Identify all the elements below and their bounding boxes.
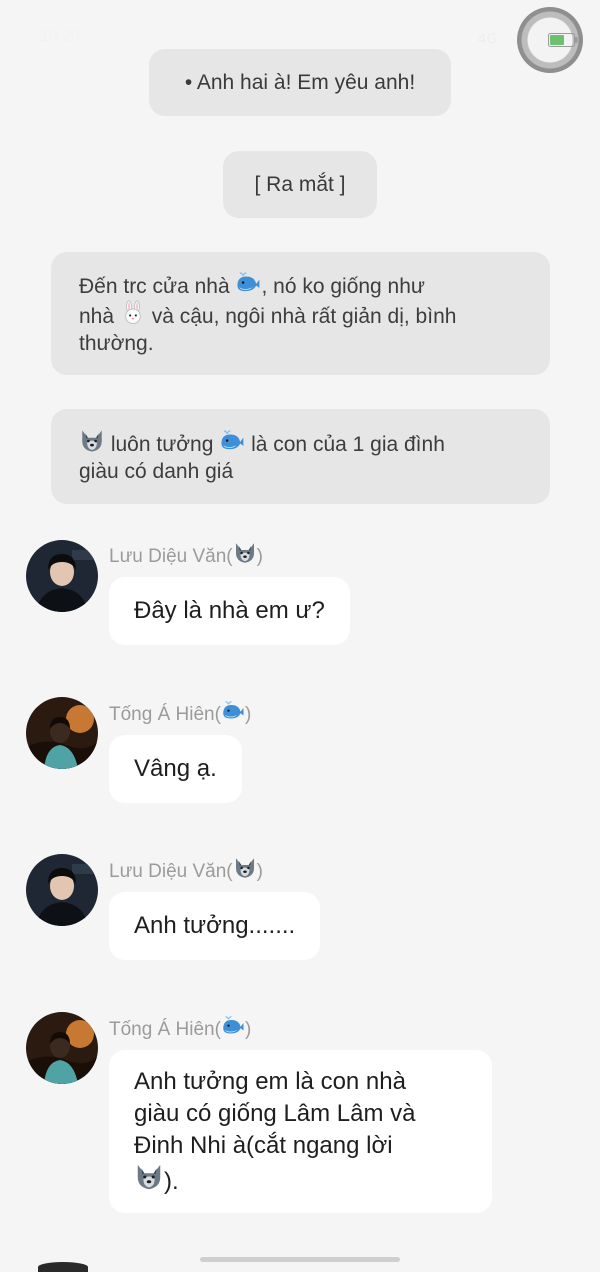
battery-icon: [548, 33, 578, 47]
signal-indicator: 4G: [478, 30, 499, 46]
text-run: nhà: [79, 305, 120, 328]
status-time: 10:20: [40, 28, 81, 45]
sender-name: Tống Á Hiên(): [109, 1014, 251, 1041]
home-indicator[interactable]: [200, 1257, 400, 1262]
wolf-emoji-icon: [233, 541, 257, 565]
message-text: Anh tưởng.......: [134, 912, 296, 939]
chapter-title-bubble: [ Ra mắt ]: [223, 151, 377, 218]
text-line: Đinh Nhi à(cắt ngang lời: [134, 1131, 393, 1159]
avatar[interactable]: [26, 854, 98, 926]
text-run: là con của 1 gia đình: [245, 433, 445, 456]
chapter-title-text: [ Ra mắt ]: [254, 172, 346, 196]
wolf-emoji-icon: [233, 856, 257, 880]
sender-name-text: Lưu Diệu Văn(: [109, 546, 233, 567]
text-run: Đến trc cửa nhà: [79, 275, 236, 298]
wolf-emoji-icon: [79, 428, 105, 454]
message-text: Anh tưởng em là con nhà giàu có giống Lâ…: [134, 1066, 416, 1198]
text-line: Anh tưởng em là con nhà: [134, 1067, 406, 1095]
whale-emoji-icon: [219, 428, 245, 454]
text-run: và cậu, ngôi nhà rất giản dị, bình: [145, 305, 457, 328]
whale-emoji-icon: [235, 270, 261, 296]
sender-name-text: Tống Á Hiên(: [109, 704, 221, 725]
text-line: giàu có giống Lâm Lâm và: [134, 1099, 416, 1127]
sender-name-text: ): [244, 704, 252, 725]
narration-bubble: luôn tưởng là con của 1 gia đình giàu có…: [51, 409, 550, 504]
narration-text: • Anh hai à! Em yêu anh!: [184, 70, 416, 94]
narration-bubble: • Anh hai à! Em yêu anh!: [149, 49, 451, 116]
message-text: Đây là nhà em ư?: [134, 597, 325, 624]
wolf-emoji-icon: [134, 1162, 164, 1192]
sender-name: Lưu Diệu Văn(): [109, 856, 263, 883]
sender-name-text: Lưu Diệu Văn(: [109, 861, 233, 882]
sender-name-text: ): [256, 861, 263, 882]
avatar[interactable]: [38, 1262, 88, 1272]
message-bubble[interactable]: Anh tưởng.......: [109, 892, 321, 960]
avatar[interactable]: [26, 540, 98, 612]
text-run: , nó ko giống như: [261, 275, 425, 298]
whale-emoji-icon: [221, 1014, 245, 1038]
text-run: luôn tưởng: [105, 433, 220, 456]
avatar[interactable]: [26, 1012, 98, 1084]
narration-text: Đến trc cửa nhà , nó ko giống như nhà và…: [79, 270, 456, 357]
sender-name: Lưu Diệu Văn(): [109, 541, 263, 568]
message-text: Vâng ạ.: [134, 755, 217, 782]
narration-text: luôn tưởng là con của 1 gia đình giàu có…: [79, 428, 445, 485]
text-line: ).: [164, 1167, 179, 1195]
avatar[interactable]: [26, 697, 98, 769]
text-run: thường.: [79, 332, 154, 355]
sender-name-text: Tống Á Hiên(: [109, 1019, 221, 1040]
rabbit-emoji-icon: [120, 300, 146, 326]
sender-name-text: ): [244, 1019, 252, 1040]
message-bubble[interactable]: Anh tưởng em là con nhà giàu có giống Lâ…: [109, 1050, 492, 1213]
whale-emoji-icon: [221, 699, 245, 723]
text-run: giàu có danh giá: [79, 460, 234, 483]
sender-name-text: ): [256, 546, 263, 567]
message-bubble[interactable]: Vâng ạ.: [109, 735, 242, 803]
sender-name: Tống Á Hiên(): [109, 699, 251, 726]
narration-bubble: Đến trc cửa nhà , nó ko giống như nhà và…: [51, 252, 550, 375]
message-bubble[interactable]: Đây là nhà em ư?: [109, 577, 350, 645]
